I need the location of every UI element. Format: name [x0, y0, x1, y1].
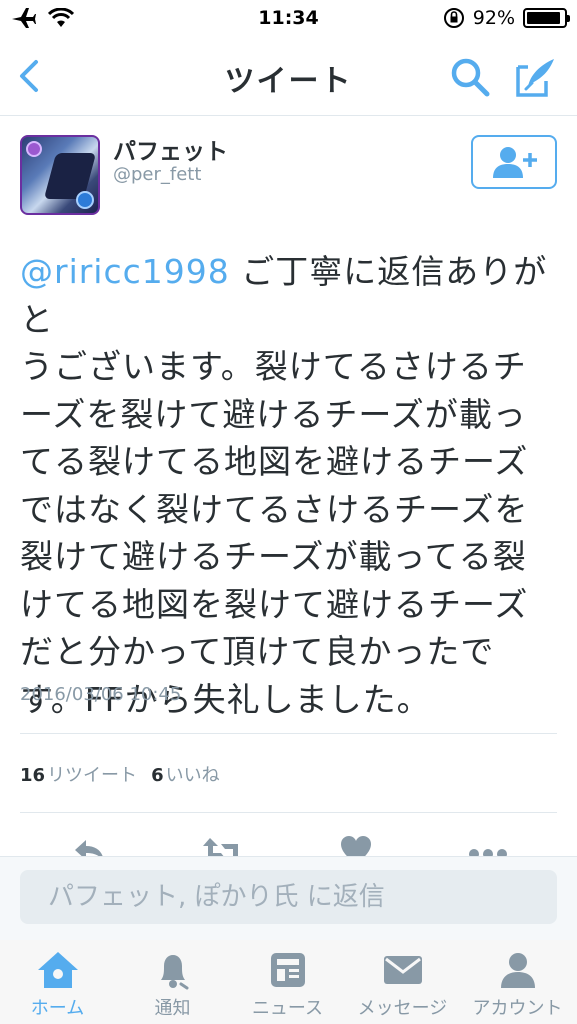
like-count: 6	[151, 765, 164, 786]
like-icon[interactable]	[340, 836, 372, 856]
bell-icon	[160, 955, 188, 990]
navigation-bar: ツイート	[0, 38, 577, 116]
tweet-text: @riricc1998 ご丁寧に返信ありがと うございます。裂けてるさけるチ ー…	[20, 248, 560, 723]
tab-news[interactable]: ニュース	[230, 940, 345, 1024]
battery-percent: 92%	[472, 7, 515, 29]
avatar-orb	[76, 191, 94, 209]
add-user-icon	[493, 147, 537, 178]
envelope-icon	[383, 956, 422, 984]
tweet-line: ではなく裂けてるさけるチーズを	[20, 489, 529, 529]
search-icon[interactable]	[448, 55, 492, 99]
tweet-timestamp: 2016/03/06 10:45	[20, 684, 182, 705]
retweet-icon[interactable]	[201, 836, 245, 856]
tab-label: メッセージ	[357, 998, 448, 1019]
status-right: 92%	[443, 7, 570, 29]
display-name[interactable]: パフェット	[113, 132, 228, 166]
rotation-lock-icon	[443, 8, 464, 28]
tab-label: ニュース	[251, 998, 324, 1019]
tab-home[interactable]: ホーム	[0, 940, 115, 1024]
tab-bar: ホーム 通知 ニュース メッセージ アカウント	[0, 940, 577, 1024]
like-label: いいね	[165, 765, 220, 786]
tweet-actions	[0, 832, 577, 856]
reply-icon[interactable]	[72, 836, 106, 856]
follow-button[interactable]	[471, 135, 557, 189]
screen-name[interactable]: @per_fett	[113, 164, 201, 185]
tab-label: アカウント	[472, 998, 563, 1019]
battery-icon	[523, 8, 570, 28]
tweet-line: てる裂けてる地図を避けるチーズ	[20, 442, 529, 481]
home-icon	[37, 952, 78, 988]
battery-fill	[527, 12, 561, 24]
tweet-line: @riricc1998 ご丁寧に返信ありがと	[20, 248, 560, 343]
more-icon[interactable]	[468, 836, 508, 856]
person-icon	[500, 953, 535, 988]
like-stat[interactable]: 6 いいね	[151, 761, 220, 787]
news-icon	[270, 953, 305, 987]
tab-messages[interactable]: メッセージ	[345, 940, 460, 1024]
tweet-line: ーズを裂けて避けるチーズが載っ	[20, 394, 527, 434]
status-bar: 11:34 92%	[0, 0, 577, 38]
reply-input[interactable]	[20, 870, 557, 924]
avatar[interactable]	[20, 135, 100, 215]
tweet-line: けてる地図を裂けて避けるチーズ	[20, 584, 529, 624]
tab-label: 通知	[154, 998, 191, 1019]
retweet-stat[interactable]: 16 リツイート	[20, 761, 137, 787]
retweet-label: リツイート	[47, 765, 138, 786]
tweet-line: だと分かって頂けて良かったで	[20, 632, 495, 671]
divider	[20, 733, 557, 734]
reply-bar	[0, 856, 577, 940]
tab-label: ホーム	[30, 998, 85, 1019]
tweet-stats: 16 リツイート 6 いいね	[20, 761, 220, 787]
tab-account[interactable]: アカウント	[460, 940, 575, 1024]
tab-notifications[interactable]: 通知	[115, 940, 230, 1024]
retweet-count: 16	[20, 765, 46, 786]
tweet-line: うございます。裂けてるさけるチ	[20, 347, 527, 386]
avatar-orb	[26, 141, 42, 157]
mention-link[interactable]: @riricc1998	[20, 252, 230, 291]
divider	[20, 812, 557, 813]
compose-tweet-icon[interactable]	[514, 55, 558, 99]
tweet-line: 裂けて避けるチーズが載ってる裂	[20, 537, 527, 576]
